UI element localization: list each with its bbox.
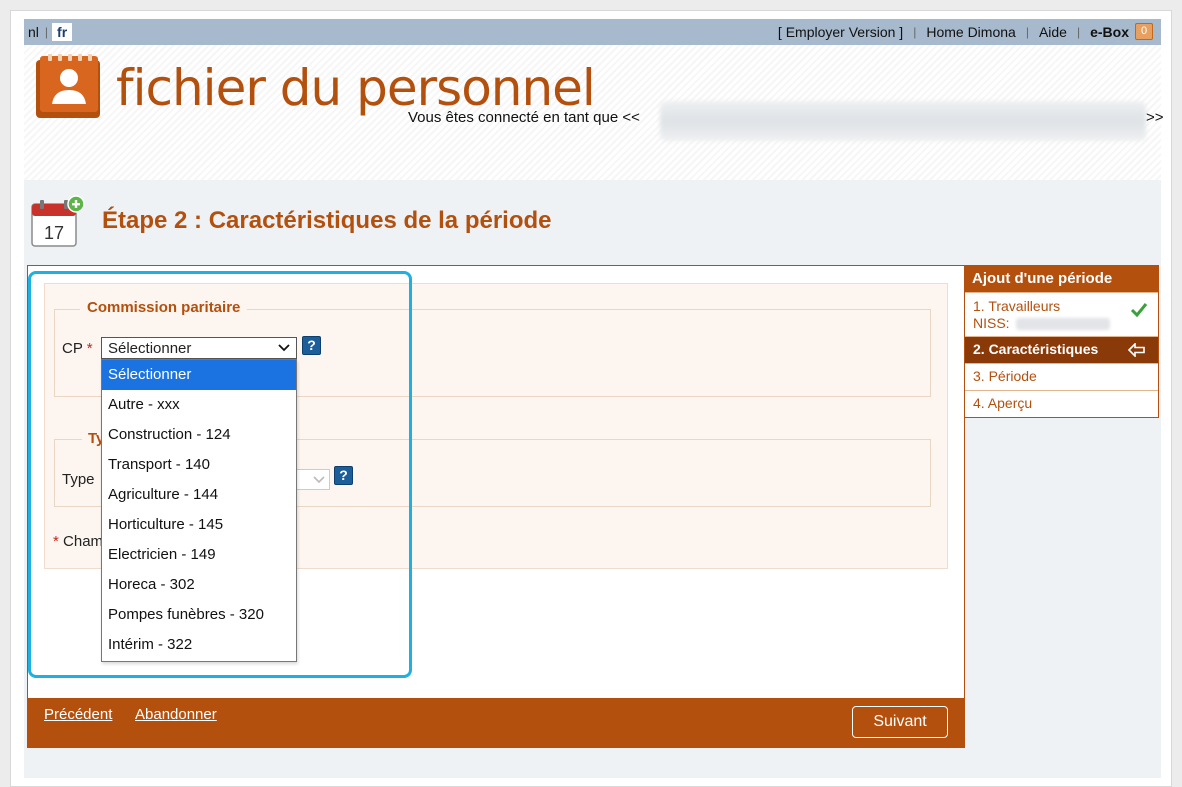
abandon-link[interactable]: Abandonner xyxy=(135,706,217,723)
dropdown-option[interactable]: Horeca - 302 xyxy=(102,570,296,600)
dropdown-option[interactable]: Autre - xxx xyxy=(102,390,296,420)
steps-sidebar: Ajout d'une période 1. Travailleurs NISS… xyxy=(964,265,1159,418)
calendar-add-icon: 17 xyxy=(31,195,85,247)
ebox-link[interactable]: e-Box xyxy=(1080,24,1135,40)
required-mark: * xyxy=(53,533,59,550)
required-fields-note: * Cham xyxy=(53,533,103,550)
dropdown-option[interactable]: Construction - 124 xyxy=(102,420,296,450)
checkmark-icon xyxy=(1130,303,1148,318)
niss-label: NISS: xyxy=(973,315,1010,331)
cp-select[interactable]: Sélectionner xyxy=(101,337,297,359)
connected-as-suffix: >> xyxy=(1146,109,1164,126)
language-switcher: nl | fr xyxy=(28,23,73,41)
legend-commission-paritaire: Commission paritaire xyxy=(80,299,248,316)
arrow-left-icon xyxy=(1128,343,1145,357)
required-note-text: Cham xyxy=(63,533,104,550)
step-label: 2. Caractéristiques xyxy=(973,341,1099,357)
employer-version-link[interactable]: [ Employer Version ] xyxy=(768,24,913,40)
chevron-down-icon xyxy=(278,344,290,352)
type-label: Type xyxy=(62,471,95,488)
dropdown-option[interactable]: Transport - 140 xyxy=(102,450,296,480)
redacted-user-info xyxy=(660,101,1146,141)
top-bar: nl | fr [ Employer Version ] | Home Dimo… xyxy=(24,19,1161,45)
step-caracteristiques[interactable]: 2. Caractéristiques xyxy=(965,336,1158,363)
cp-help-icon[interactable]: ? xyxy=(302,336,321,355)
lang-fr-link[interactable]: fr xyxy=(52,23,73,41)
niss-row: NISS: xyxy=(973,315,1150,332)
separator: | xyxy=(44,25,49,39)
step-label: 1. Travailleurs xyxy=(973,298,1061,314)
lang-nl-link[interactable]: nl xyxy=(28,24,39,40)
dropdown-option[interactable]: Horticulture - 145 xyxy=(102,510,296,540)
type-help-icon[interactable]: ? xyxy=(334,466,353,485)
step-travailleurs[interactable]: 1. Travailleurs NISS: xyxy=(965,292,1158,336)
cp-dropdown-list[interactable]: Sélectionner Autre - xxx Construction - … xyxy=(101,359,297,662)
next-button[interactable]: Suivant xyxy=(852,706,948,738)
page-title: Étape 2 : Caractéristiques de la période xyxy=(102,207,552,234)
chevron-down-icon xyxy=(313,475,325,483)
dropdown-option[interactable]: Intérim - 322 xyxy=(102,630,296,660)
calendar-day: 17 xyxy=(44,223,64,243)
dropdown-option[interactable]: Pompes funèbres - 320 xyxy=(102,600,296,630)
dropdown-option[interactable]: Agriculture - 144 xyxy=(102,480,296,510)
top-nav: [ Employer Version ] | Home Dimona | Aid… xyxy=(768,23,1153,40)
aide-link[interactable]: Aide xyxy=(1029,24,1077,40)
home-dimona-link[interactable]: Home Dimona xyxy=(916,24,1025,40)
ebox-count-badge[interactable]: 0 xyxy=(1135,23,1153,40)
cp-label-text: CP xyxy=(62,340,83,357)
steps-title: Ajout d'une période xyxy=(965,266,1158,292)
personnel-file-icon xyxy=(36,54,100,118)
step-periode[interactable]: 3. Période xyxy=(965,363,1158,390)
dropdown-option[interactable]: Electricien - 149 xyxy=(102,540,296,570)
previous-link[interactable]: Précédent xyxy=(44,706,112,723)
form-footer: Précédent Abandonner Suivant xyxy=(27,698,965,748)
dropdown-option[interactable]: Sélectionner xyxy=(102,360,296,390)
cp-select-value: Sélectionner xyxy=(108,339,192,357)
cp-label: CP * xyxy=(62,340,93,357)
step-apercu[interactable]: 4. Aperçu xyxy=(965,390,1158,417)
header-banner: fichier du personnel Vous êtes connecté … xyxy=(24,45,1164,180)
redacted-niss xyxy=(1015,318,1110,331)
required-mark: * xyxy=(86,340,93,357)
connected-as-label: Vous êtes connecté en tant que << xyxy=(408,109,640,126)
